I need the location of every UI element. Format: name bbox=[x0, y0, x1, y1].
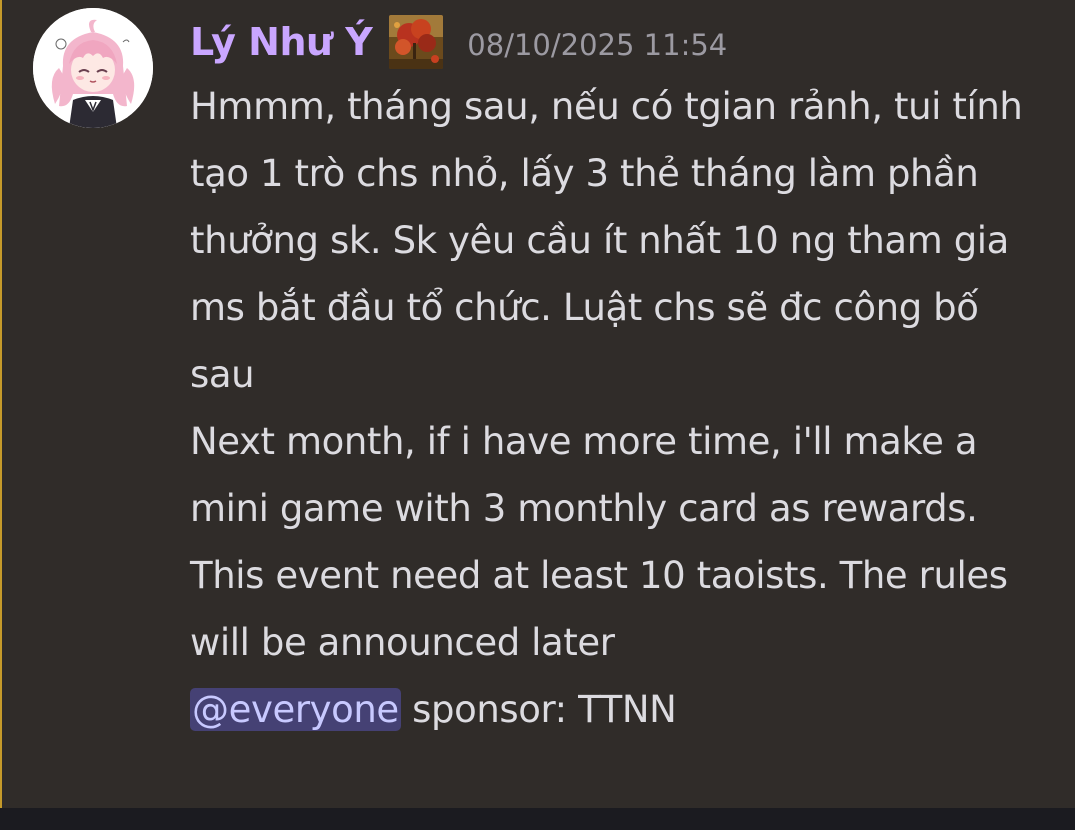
author-name[interactable]: Lý Như Ý bbox=[190, 20, 373, 64]
message-mention-line: @everyone sponsor: TTNN bbox=[190, 676, 1050, 743]
everyone-mention[interactable]: @everyone bbox=[190, 688, 401, 731]
user-avatar[interactable] bbox=[33, 8, 153, 128]
role-icon[interactable] bbox=[389, 15, 444, 69]
message-content: Hmmm, tháng sau, nếu có tgian rảnh, tui … bbox=[190, 73, 1050, 743]
message-timestamp: 08/10/2025 11:54 bbox=[467, 28, 728, 62]
message-paragraph-english: Next month, if i have more time, i'll ma… bbox=[190, 420, 1008, 664]
red-maple-landscape-icon bbox=[389, 15, 444, 69]
message-header: Lý Như Ý 08/10/2025 11:54 bbox=[190, 14, 727, 70]
chat-message: Lý Như Ý 08/10/2025 11:54 Hmmm, tháng sa… bbox=[0, 0, 1075, 808]
message-paragraph-vietnamese: Hmmm, tháng sau, nếu có tgian rảnh, tui … bbox=[190, 85, 1023, 396]
bottom-bar bbox=[0, 808, 1075, 830]
sponsor-text: sponsor: TTNN bbox=[400, 688, 677, 731]
anime-girl-avatar-icon bbox=[33, 8, 153, 128]
